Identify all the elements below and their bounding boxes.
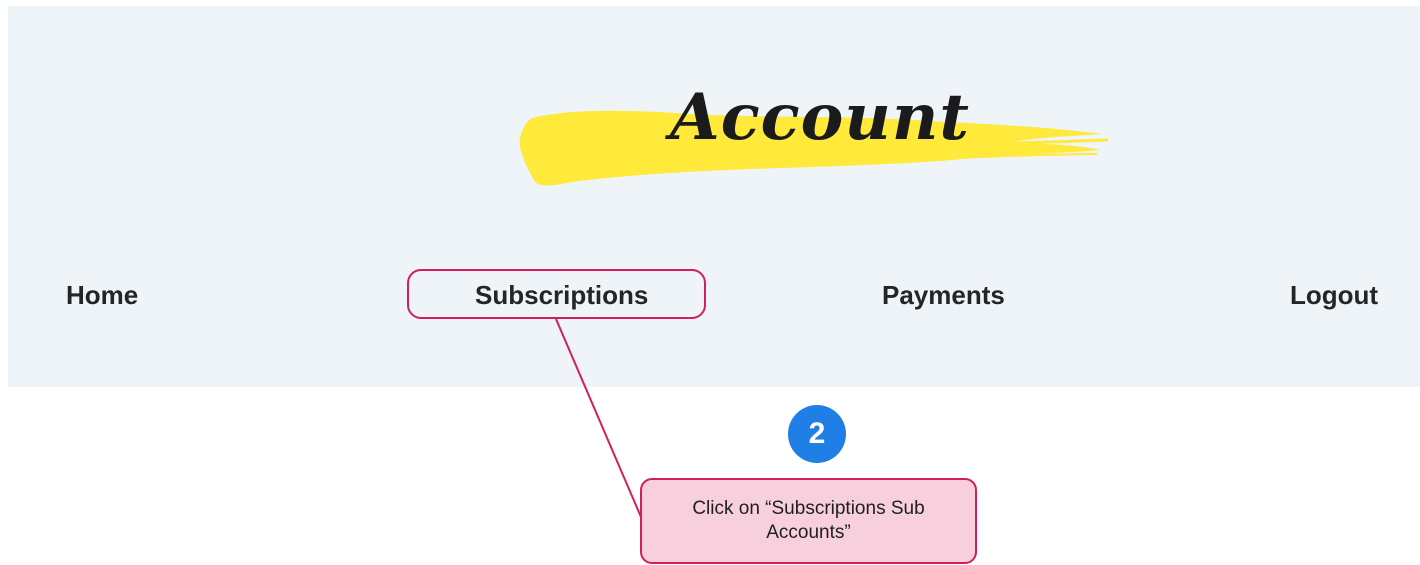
page-title: Account [670, 80, 970, 155]
account-header [8, 6, 1420, 387]
nav-logout-link[interactable]: Logout [1290, 270, 1378, 320]
instruction-callout: Click on “Subscriptions Sub Accounts” [640, 478, 977, 564]
nav-payments-link[interactable]: Payments [882, 270, 1005, 320]
instruction-callout-text: Click on “Subscriptions Sub Accounts” [692, 498, 925, 543]
page: Account Home Subscriptions Payments Logo… [0, 0, 1420, 565]
step-number-badge: 2 [788, 405, 846, 463]
nav-home-link[interactable]: Home [66, 270, 138, 320]
nav-subscriptions-link[interactable]: Subscriptions [475, 270, 648, 320]
